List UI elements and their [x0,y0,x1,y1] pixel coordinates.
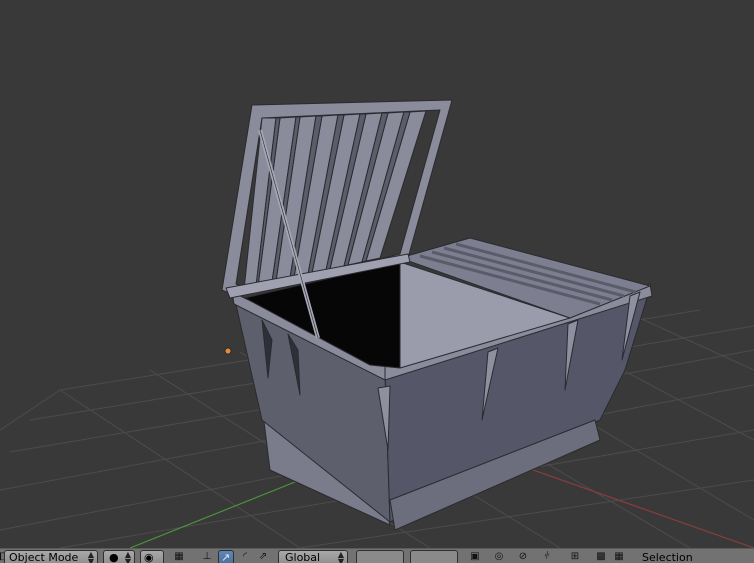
pivot-point-icon: ◉ [144,551,154,563]
rotate-icon[interactable]: ◜ [238,551,252,563]
mode-label: Object Mode [9,551,79,563]
chevron-updown-icon: ▲ ▼ [337,550,344,563]
pivot-point-select[interactable]: ◉ [140,550,164,563]
viewport-shading-icon: ● [109,551,119,563]
3d-viewport[interactable] [0,0,754,548]
orientation-label: Global [285,551,321,563]
selection-label: Selection [642,551,693,563]
chevron-updown-icon: ▲ ▼ [87,550,94,563]
translate-button[interactable]: ↗ [218,550,234,563]
orientation-select[interactable]: Global ▲ ▼ [278,550,348,563]
layers-icon[interactable]: ▦ [172,551,186,563]
mode-select[interactable]: Object Mode ▲ ▼ [4,550,98,563]
lock-camera-icon[interactable]: ▣ [468,551,482,563]
translate-icon: ↗ [221,551,231,563]
layer-buttons-1[interactable] [356,550,404,563]
clapper-icon[interactable]: ▦ [612,551,626,563]
viewport-scene [0,99,754,548]
scale-icon[interactable]: ⇗ [256,551,270,563]
viewport-shading-select[interactable]: ● ▲ ▼ [103,550,135,563]
snap-target-icon[interactable]: ⊞ [568,551,582,563]
snap-element-icon[interactable]: ⫩ [540,551,554,563]
chevron-updown-icon: ▲ ▼ [124,550,131,563]
render-icon[interactable]: ▩ [594,551,608,563]
snap-icon[interactable]: ⊘ [516,551,530,563]
viewport-header: ◧ Object Mode ▲▼ ● ▲▼ ◉ ▦ ⊥ ↗ ◜ ⇗ Global… [0,548,754,563]
layer-buttons-2[interactable] [410,550,458,563]
origin-point [224,347,232,355]
dumpster-mesh [221,99,653,531]
manipulator-toggle-icon[interactable]: ⊥ [200,551,214,563]
proportional-edit-icon[interactable]: ◎ [492,551,506,563]
